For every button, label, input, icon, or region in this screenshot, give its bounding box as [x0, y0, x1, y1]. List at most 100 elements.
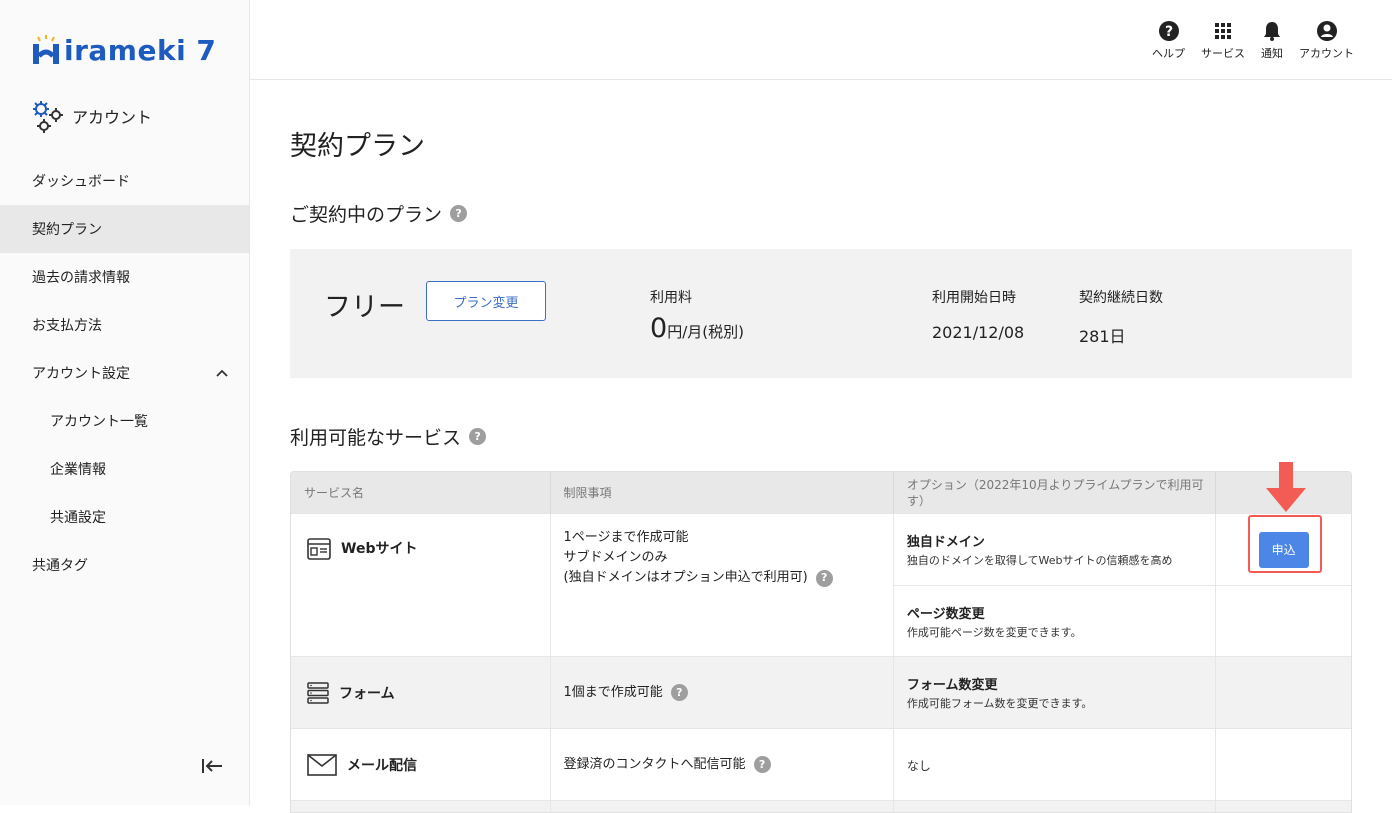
fee-label: 利用料	[650, 290, 692, 306]
top-bar: ? ヘルプ サービス 通知 アカウント	[250, 0, 1392, 80]
limit-line: 登録済のコンタクトへ配信可能	[563, 756, 746, 772]
option-custom-domain: 独自ドメイン 独自のドメインを取得してWebサイトの信頼感を高め	[893, 514, 1217, 586]
help-label: ヘルプ	[1152, 47, 1185, 60]
help-icon: ?	[1158, 21, 1179, 41]
plan-change-button[interactable]: プラン変更	[426, 281, 546, 321]
column-header-options-line2: す）	[906, 493, 931, 508]
start-date-value: 2021/12/08	[932, 323, 1025, 342]
collapse-sidebar-icon[interactable]	[200, 756, 224, 776]
svg-text:?: ?	[1164, 24, 1172, 40]
service-name: Webサイト	[341, 541, 418, 557]
cell	[894, 801, 1217, 812]
gears-icon	[33, 101, 63, 133]
service-name-cell: フォーム	[291, 657, 551, 728]
sidebar-item-label: アカウント一覧	[50, 414, 148, 430]
website-icon	[307, 538, 331, 560]
sidebar: irameki 7 アカウント ダッシュボード 契約プラン 過去の請求情報 お支…	[0, 0, 250, 805]
table-row: メール配信 登録済のコンタクトへ配信可能 ? なし	[291, 728, 1351, 800]
cell	[551, 801, 894, 812]
sidebar-item-billing-history[interactable]: 過去の請求情報	[0, 253, 249, 301]
sidebar-item-account-list[interactable]: アカウント一覧	[0, 397, 249, 445]
service-name-cell: Webサイト	[291, 514, 551, 656]
limit-line: 1個まで作成可能	[563, 684, 663, 700]
current-plan-heading: ご契約中のプラン ?	[290, 200, 468, 227]
help-question-icon[interactable]: ?	[815, 569, 833, 587]
service-name-cell: メール配信	[291, 729, 551, 800]
sidebar-item-label: 共通タグ	[32, 558, 88, 574]
sidebar-item-label: 企業情報	[50, 462, 106, 478]
cell	[291, 801, 551, 812]
limit-line: (独自ドメインはオプション申込で利用可)	[563, 570, 808, 585]
fee-value: 0 円/月(税別)	[650, 313, 744, 344]
help-button[interactable]: ? ヘルプ	[1152, 20, 1185, 61]
sidebar-nav: ダッシュボード 契約プラン 過去の請求情報 お支払方法 アカウント設定 アカウン…	[0, 157, 249, 589]
mail-icon	[307, 753, 337, 776]
limits-cell: 1個まで作成可能 ?	[551, 657, 894, 728]
services-table: サービス名 制限事項 オプション（2022年10月よりプライムプランで利用可 す…	[290, 471, 1352, 813]
sidebar-item-label: 過去の請求情報	[32, 270, 130, 286]
notifications-label: 通知	[1261, 47, 1283, 60]
fee-unit: 円/月(税別)	[667, 323, 744, 341]
limit-line: サブドメインのみ	[563, 550, 668, 565]
option-page-count: ページ数変更 作成可能ページ数を変更できます。	[894, 586, 1217, 656]
option-form-count: フォーム数変更 作成可能フォーム数を変更できます。	[894, 657, 1217, 728]
service-name: メール配信	[347, 757, 417, 774]
services-label: サービス	[1201, 47, 1245, 60]
form-icon	[307, 681, 329, 704]
services-title: 利用可能なサービス	[290, 427, 462, 449]
contract-days-value: 281日	[1079, 327, 1126, 346]
sidebar-item-common-tags[interactable]: 共通タグ	[0, 541, 249, 589]
account-label: アカウント	[1299, 47, 1354, 60]
sidebar-item-label: 共通設定	[50, 510, 106, 526]
help-question-icon[interactable]: ?	[670, 684, 688, 701]
red-arrow-down-icon	[1266, 462, 1306, 512]
action-slot	[1216, 586, 1351, 656]
account-circle-icon	[1316, 21, 1337, 41]
start-date-label: 利用開始日時	[932, 290, 1016, 306]
sidebar-section-title: アカウント	[30, 98, 152, 134]
table-row-partial	[291, 800, 1351, 812]
option-desc: 作成可能ページ数を変更できます。	[906, 625, 1082, 639]
hirameki-logo[interactable]: irameki 7	[30, 30, 216, 70]
help-question-icon[interactable]: ?	[450, 205, 468, 222]
current-plan-title: ご契約中のプラン	[290, 204, 443, 226]
table-row: フォーム 1個まで作成可能 ? フォーム数変更 作成可能フォーム数を変更できます…	[291, 656, 1351, 728]
fee-amount: 0	[650, 313, 668, 344]
column-header-options-line1: オプション（2022年10月よりプライムプランで利用可	[906, 477, 1204, 492]
sidebar-item-payment-method[interactable]: お支払方法	[0, 301, 249, 349]
sidebar-item-common-settings[interactable]: 共通設定	[0, 493, 249, 541]
sidebar-item-account-settings[interactable]: アカウント設定	[0, 349, 249, 397]
action-cell	[1216, 657, 1351, 728]
sidebar-item-company-info[interactable]: 企業情報	[0, 445, 249, 493]
apply-button-highlight	[1248, 515, 1322, 573]
current-plan-card: フリー プラン変更 利用料 0 円/月(税別) 利用開始日時 2021/12/0…	[290, 249, 1352, 378]
sidebar-item-label: お支払方法	[32, 318, 102, 334]
table-header: サービス名 制限事項 オプション（2022年10月よりプライムプランで利用可 す…	[291, 472, 1351, 513]
limit-line-with-help: (独自ドメインはオプション申込で利用可) ?	[564, 568, 893, 588]
notifications-button[interactable]: 通知	[1261, 20, 1283, 61]
option-title: フォーム数変更	[906, 678, 998, 693]
option-desc: 独自のドメインを取得してWebサイトの信頼感を高め	[906, 554, 1173, 567]
sidebar-item-label: アカウント設定	[32, 366, 130, 382]
limit-line: 1ページまで作成可能	[563, 530, 689, 545]
chevron-up-icon[interactable]	[215, 366, 229, 380]
help-question-icon[interactable]: ?	[753, 756, 771, 773]
bell-icon	[1264, 22, 1280, 41]
help-question-icon[interactable]: ?	[469, 428, 487, 445]
sidebar-item-label: 契約プラン	[32, 222, 102, 238]
logo-text: irameki 7	[64, 33, 217, 67]
services-button[interactable]: サービス	[1201, 20, 1245, 61]
cell	[1216, 801, 1351, 812]
sidebar-item-contract-plan[interactable]: 契約プラン	[0, 205, 249, 253]
option-desc: 作成可能フォーム数を変更できます。	[906, 697, 1093, 710]
sidebar-item-label: ダッシュボード	[32, 174, 130, 190]
column-header-options: オプション（2022年10月よりプライムプランで利用可 す）	[894, 472, 1217, 513]
sidebar-item-dashboard[interactable]: ダッシュボード	[0, 157, 249, 205]
options-cell: なし	[894, 729, 1217, 800]
plan-name: フリー	[324, 292, 405, 323]
logo-mark-icon	[33, 35, 59, 64]
contract-days-label: 契約継続日数	[1079, 290, 1163, 306]
grid-icon	[1215, 23, 1231, 39]
account-button[interactable]: アカウント	[1299, 20, 1354, 61]
column-header-service-name: サービス名	[291, 472, 551, 513]
